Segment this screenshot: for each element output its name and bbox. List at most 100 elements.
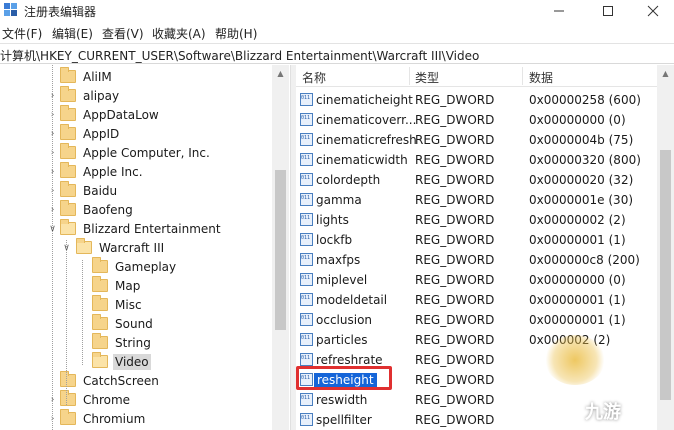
reg-dword-icon (300, 393, 313, 406)
value-row[interactable]: gamma REG_DWORD 0x0000001e (30) (296, 190, 656, 210)
tree-item[interactable]: Apple Computer, Inc. (60, 143, 212, 162)
reg-dword-icon (300, 113, 313, 126)
value-row[interactable]: particlesREG_DWORD0x000002 (2) (296, 330, 656, 350)
key-tree: AliIM alipay › AppDataLow › AppID › Apple Compu… (0, 65, 290, 430)
value-row[interactable]: miplevel REG_DWORD 0x00000000 (0) (296, 270, 656, 290)
value-type: REG_DWORD (415, 113, 495, 127)
column-type[interactable]: 类型 (415, 69, 439, 86)
close-icon (647, 5, 659, 17)
scroll-up-arrow-icon[interactable]: ▲ (272, 65, 289, 82)
tree-item[interactable]: Misc (92, 295, 144, 314)
maximize-button[interactable] (585, 0, 631, 22)
tree-item[interactable]: Map (92, 276, 142, 295)
registry-editor-icon (4, 3, 17, 16)
list-scrollbar[interactable]: ▲ (657, 65, 674, 430)
tree-scroll-thumb[interactable] (275, 170, 286, 330)
menu-edit[interactable]: 编辑(E) (52, 25, 93, 42)
value-row[interactable]: lights REG_DWORD 0x00000002 (2) (296, 210, 656, 230)
tree-item[interactable]: Video (92, 352, 151, 371)
value-type: REG_DWORD (415, 313, 495, 327)
title-bar: 注册表编辑器 (0, 0, 674, 22)
tree-item[interactable]: Sound (92, 314, 155, 333)
tree-item[interactable]: AppID (60, 124, 121, 143)
column-divider[interactable] (522, 67, 523, 85)
tree-item-label: String (115, 335, 151, 350)
menu-favorites[interactable]: 收藏夹(A) (152, 25, 206, 42)
column-divider[interactable] (409, 67, 410, 85)
tree-item[interactable]: alipay (60, 86, 121, 105)
tree-item-label: AppDataLow (83, 107, 159, 122)
value-name: particles (316, 333, 368, 347)
folder-icon (60, 67, 76, 83)
value-type: REG_DWORD (415, 373, 495, 387)
value-name: cinematicrefresh (316, 133, 417, 147)
value-type: REG_DWORD (415, 93, 495, 107)
tree-item-label: Gameplay (115, 259, 177, 274)
tree-item-label: Baofeng (83, 202, 133, 217)
value-type: REG_DWORD (415, 173, 495, 187)
reg-dword-icon (300, 313, 313, 326)
tree-item[interactable]: Chromium (60, 409, 147, 428)
tree-item[interactable]: Blizzard Entertainment (60, 219, 223, 238)
folder-icon (92, 257, 108, 273)
tree-item[interactable]: Chrome (60, 390, 132, 409)
scroll-up-arrow-icon[interactable]: ▲ (657, 65, 674, 82)
window-title: 注册表编辑器 (24, 5, 97, 19)
reg-dword-icon (300, 373, 313, 386)
value-data: 0x00000320 (800) (529, 153, 641, 167)
value-type: REG_DWORD (415, 153, 495, 167)
column-name[interactable]: 名称 (302, 69, 326, 86)
address-path[interactable]: 计算机\HKEY_CURRENT_USER\Software\Blizzard … (0, 47, 479, 64)
tree-item[interactable]: AppDataLow (60, 105, 161, 124)
tree-item[interactable]: AliIM (60, 67, 114, 86)
list-scroll-thumb[interactable] (660, 150, 671, 400)
column-data[interactable]: 数据 (529, 69, 553, 86)
minimize-button[interactable] (536, 0, 582, 22)
tree-item[interactable]: Gameplay (92, 257, 178, 276)
tree-item-label: AppID (83, 126, 120, 141)
folder-icon (60, 371, 76, 387)
value-row[interactable]: maxfps REG_DWORD 0x000000c8 (200) (296, 250, 656, 270)
value-row[interactable]: colordepth REG_DWORD 0x00000020 (32) (296, 170, 656, 190)
value-row[interactable]: cinematicrefreshREG_DWORD 0x0000004b (75) (296, 130, 656, 150)
value-row[interactable]: cinematicheightREG_DWORD 0x00000258 (600) (296, 90, 656, 110)
value-name: refreshrate (316, 353, 383, 367)
reg-dword-icon (300, 413, 313, 426)
reg-dword-icon (300, 193, 313, 206)
value-row[interactable]: resheight REG_DWORD (296, 370, 656, 390)
menu-help[interactable]: 帮助(H) (215, 25, 257, 42)
reg-dword-icon (300, 153, 313, 166)
value-row[interactable]: lockfb REG_DWORD 0x00000001 (1) (296, 230, 656, 250)
tree-item-label: alipay (83, 88, 120, 103)
value-name: maxfps (316, 253, 361, 267)
tree-item[interactable]: CatchScreen (60, 371, 161, 390)
tree-guide-line (82, 260, 83, 365)
reg-dword-icon (300, 333, 313, 346)
tree-item[interactable]: Warcraft III (76, 238, 166, 257)
folder-icon (92, 352, 108, 368)
value-name: occlusion (316, 313, 373, 327)
tree-item[interactable]: String (92, 333, 153, 352)
tree-item[interactable]: Baidu (60, 181, 119, 200)
folder-icon (60, 409, 76, 425)
reg-dword-icon (300, 273, 313, 286)
tree-scrollbar[interactable]: ▲ (272, 65, 289, 430)
value-data: 0x000000c8 (200) (529, 253, 640, 267)
value-name: resheight (314, 373, 377, 387)
tree-item[interactable]: Baofeng (60, 200, 135, 219)
value-row[interactable]: cinematicwidth REG_DWORD 0x00000320 (800) (296, 150, 656, 170)
menu-bar: 文件(F) 编辑(E) 查看(V) 收藏夹(A) 帮助(H) (0, 22, 674, 42)
value-type: REG_DWORD (415, 393, 495, 407)
folder-icon (60, 124, 76, 140)
menu-view[interactable]: 查看(V) (102, 25, 144, 42)
tree-item-label: Apple Inc. (83, 164, 143, 179)
value-row[interactable]: cinematicoverr...REG_DWORD 0x00000000 (0) (296, 110, 656, 130)
menu-file[interactable]: 文件(F) (2, 25, 42, 42)
value-name: cinematicoverr... (316, 113, 417, 127)
address-bar[interactable]: 计算机\HKEY_CURRENT_USER\Software\Blizzard … (0, 43, 674, 64)
value-row[interactable]: modeldetail REG_DWORD 0x00000001 (1) (296, 290, 656, 310)
value-row[interactable]: occlusion REG_DWORD 0x00000001 (1) (296, 310, 656, 330)
tree-item[interactable]: Apple Inc. (60, 162, 145, 181)
value-name: lights (316, 213, 349, 227)
close-button[interactable] (630, 0, 674, 22)
